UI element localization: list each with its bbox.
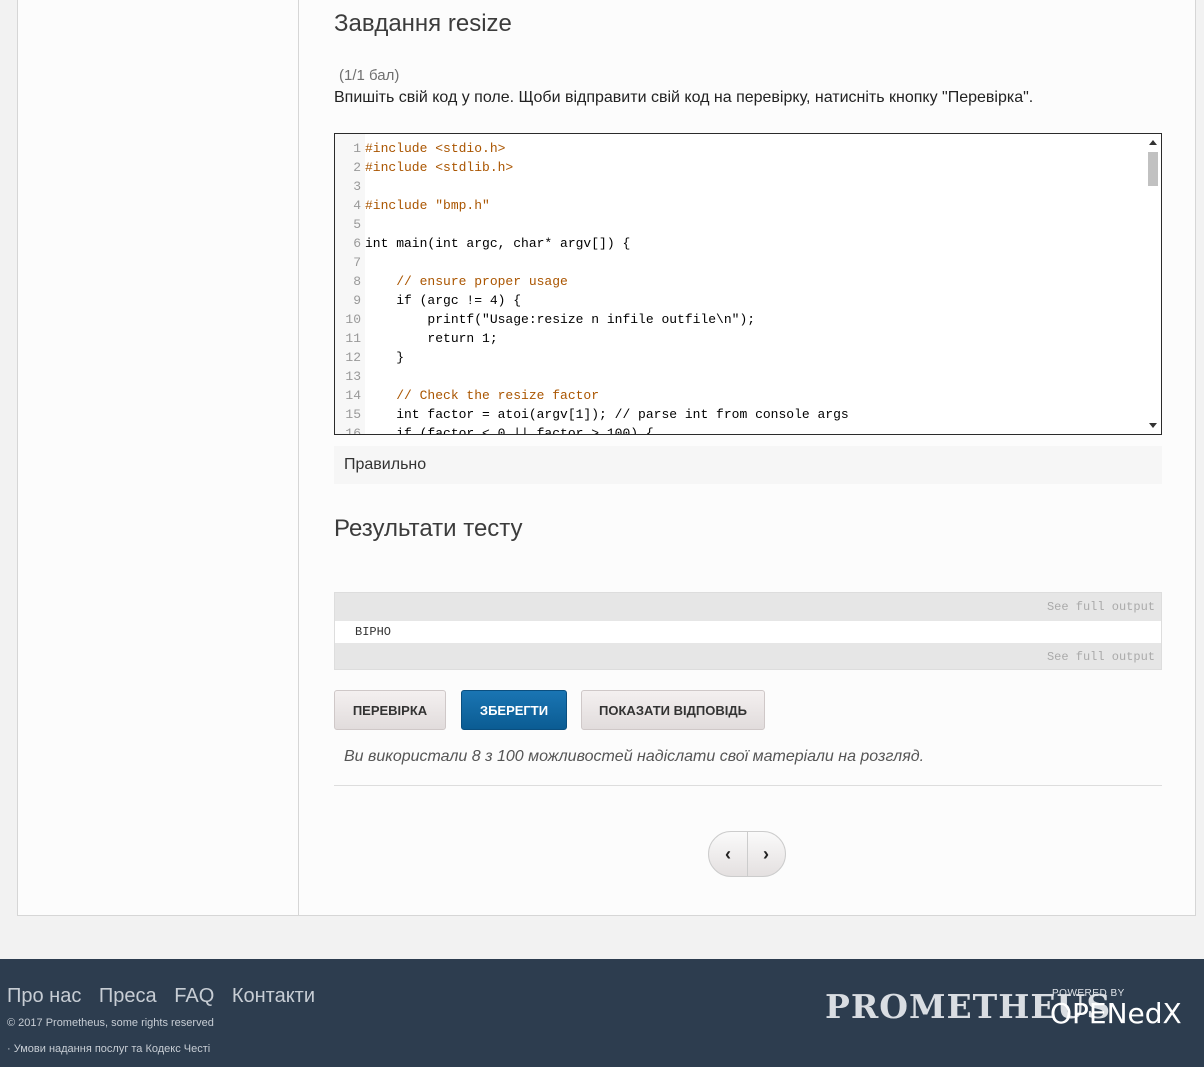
code-editor[interactable]: 1 #include <stdio.h> 2 #include <stdlib.h> 3… xyxy=(334,133,1162,435)
line-code[interactable]: int factor = atoi(argv[1]); // parse int… xyxy=(365,405,848,424)
line-code[interactable]: #include <stdlib.h> xyxy=(365,158,513,177)
scroll-down-arrow-icon[interactable] xyxy=(1149,423,1157,428)
line-code[interactable]: int main(int argc, char* argv[]) { xyxy=(365,234,630,253)
code-lines[interactable]: 1 #include <stdio.h> 2 #include <stdlib.h> 3… xyxy=(335,139,849,435)
code-line[interactable]: 8 // ensure proper usage xyxy=(335,272,849,291)
line-number: 12 xyxy=(345,350,361,365)
code-line[interactable]: 4 #include "bmp.h" xyxy=(335,196,849,215)
code-line[interactable]: 10 printf("Usage:resize n infile outfile… xyxy=(335,310,849,329)
check-button[interactable]: ПЕРЕВІРКА xyxy=(334,690,446,730)
footer-link-contacts[interactable]: Контакти xyxy=(232,985,315,1007)
line-number: 5 xyxy=(353,217,361,232)
code-line[interactable]: 16 if (factor < 0 || factor > 100) { xyxy=(335,424,849,435)
code-line[interactable]: 3 xyxy=(335,177,849,196)
code-line[interactable]: 2 #include <stdlib.h> xyxy=(335,158,849,177)
show-answer-button[interactable]: ПОКАЗАТИ ВІДПОВІДЬ xyxy=(581,690,765,730)
problem-title: Завдання resize xyxy=(334,10,512,37)
line-code[interactable]: // Check the resize factor xyxy=(365,386,599,405)
code-line[interactable]: 14 // Check the resize factor xyxy=(335,386,849,405)
scroll-up-arrow-icon[interactable] xyxy=(1149,140,1157,145)
chevron-right-icon[interactable]: › xyxy=(747,832,785,876)
line-number: 3 xyxy=(353,179,361,194)
line-code[interactable]: if (factor < 0 || factor > 100) { xyxy=(365,424,653,434)
code-line[interactable]: 15 int factor = atoi(argv[1]); // parse … xyxy=(335,405,848,424)
code-line[interactable]: 12 } xyxy=(335,348,849,367)
open-edx-logo[interactable]: OPENedX xyxy=(1050,997,1182,1030)
line-code[interactable]: #include "bmp.h" xyxy=(365,196,490,215)
see-full-output-link[interactable]: See full output xyxy=(335,643,1161,671)
line-number: 4 xyxy=(353,198,361,213)
line-number: 7 xyxy=(353,255,361,270)
line-number: 11 xyxy=(345,331,361,346)
problem-points: (1/1 бал) xyxy=(339,67,400,84)
footer-link-about[interactable]: Про нас xyxy=(7,985,81,1007)
code-line[interactable]: 9 if (argc != 4) { xyxy=(335,291,849,310)
submission-status: Правильно xyxy=(334,446,1162,484)
line-code[interactable]: if (argc != 4) { xyxy=(365,291,521,310)
line-number: 13 xyxy=(345,369,361,384)
sequence-pager: ‹ › xyxy=(708,831,786,877)
line-code[interactable]: // ensure proper usage xyxy=(365,272,568,291)
save-button[interactable]: ЗБЕРЕГТИ xyxy=(461,690,567,730)
footer-nav: Про нас Преса FAQ Контакти xyxy=(7,985,327,1008)
problem-prompt: Впишіть свій код у поле. Щоби відправити… xyxy=(334,89,1034,106)
line-number: 8 xyxy=(353,274,361,289)
footer-link-faq[interactable]: FAQ xyxy=(174,985,214,1007)
line-code[interactable]: return 1; xyxy=(365,329,497,348)
code-line[interactable]: 1 #include <stdio.h> xyxy=(335,139,849,158)
footer-link-press[interactable]: Преса xyxy=(99,985,157,1007)
line-code[interactable]: printf("Usage:resize n infile outfile\n"… xyxy=(365,310,755,329)
line-number: 14 xyxy=(345,388,361,403)
site-footer: Про нас Преса FAQ Контакти © 2017 Promet… xyxy=(0,959,1204,1067)
divider xyxy=(334,785,1162,786)
attempts-message: Ви використали 8 з 100 можливостей надіс… xyxy=(344,748,925,765)
code-line[interactable]: 7 xyxy=(335,253,849,272)
line-number: 10 xyxy=(345,312,361,327)
left-sidebar xyxy=(18,0,299,915)
see-full-output-link[interactable]: See full output xyxy=(335,593,1161,621)
code-line[interactable]: 5 xyxy=(335,215,849,234)
line-number: 1 xyxy=(353,141,361,156)
code-line[interactable]: 13 xyxy=(335,367,849,386)
test-result-row: ВІРНО xyxy=(335,621,1161,643)
footer-terms-link[interactable]: · Умови надання послуг та Кодекс Честі xyxy=(7,1043,210,1055)
line-number: 9 xyxy=(353,293,361,308)
test-results-box: See full output ВІРНО See full output xyxy=(334,592,1162,670)
line-code[interactable]: #include <stdio.h> xyxy=(365,139,505,158)
line-number: 15 xyxy=(345,407,361,422)
line-number: 6 xyxy=(353,236,361,251)
line-number: 16 xyxy=(345,426,361,435)
test-results-title: Результати тесту xyxy=(334,515,523,542)
line-code[interactable]: } xyxy=(365,348,404,367)
chevron-left-icon[interactable]: ‹ xyxy=(709,832,748,876)
code-line[interactable]: 11 return 1; xyxy=(335,329,849,348)
line-number: 2 xyxy=(353,160,361,175)
code-line[interactable]: 6 int main(int argc, char* argv[]) { xyxy=(335,234,849,253)
footer-copyright: © 2017 Prometheus, some rights reserved xyxy=(7,1017,214,1029)
scroll-thumb[interactable] xyxy=(1148,152,1158,186)
course-page: Завдання resize (1/1 бал) Впишіть свій к… xyxy=(17,0,1196,916)
editor-scrollbar[interactable] xyxy=(1145,134,1161,434)
